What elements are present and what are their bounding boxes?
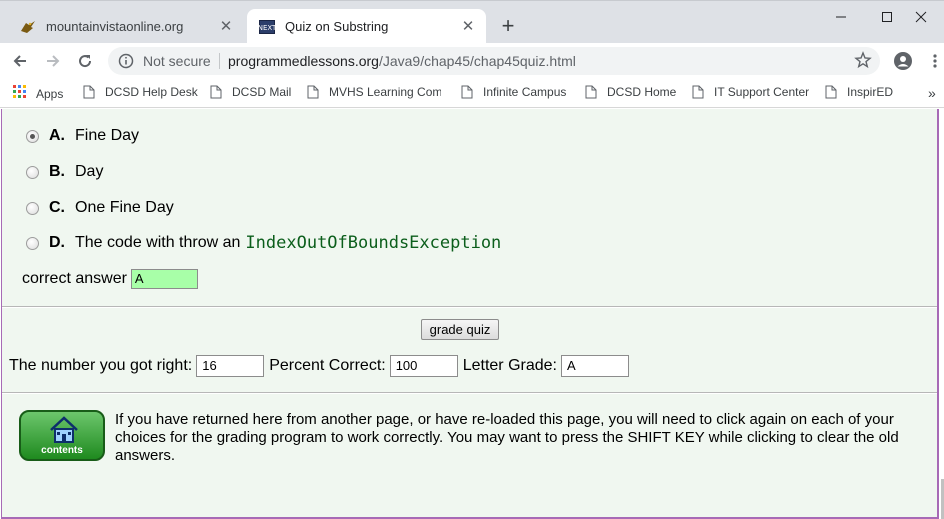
tab-title: Quiz on Substring [285, 19, 389, 34]
correct-answer-label: correct answer [22, 270, 127, 287]
apps-grid-icon [13, 85, 27, 102]
page-icon [692, 85, 704, 99]
correct-answer-row: correct answer A [22, 269, 198, 289]
bookmark-dcsd-mail[interactable]: DCSD Mail [210, 85, 291, 99]
option-letter: D. [49, 234, 65, 251]
radio-b[interactable] [26, 165, 39, 179]
option-a[interactable]: A. Fine Day [26, 126, 139, 146]
forward-icon[interactable] [40, 48, 66, 74]
bookmark-label: DCSD Mail [232, 85, 292, 99]
right-label: The number you got right: [9, 357, 193, 374]
right-count-field[interactable]: 16 [196, 355, 265, 377]
option-text: Day [75, 163, 104, 180]
bookmark-mvhs-learning[interactable]: MVHS Learning Com [307, 85, 441, 99]
url-path: /Java9/chap45/chap45quiz.html [378, 53, 576, 69]
bookmark-apps[interactable]: Apps [13, 85, 63, 102]
option-letter: A. [49, 127, 65, 144]
score-row: The number you got right: 16 Percent Cor… [9, 355, 634, 377]
bookmark-label: InspirED [847, 85, 894, 99]
tab-quiz-on-substring[interactable]: NEXT Quiz on Substring ✕ [247, 9, 486, 44]
page-content: A. Fine Day B. Day C. One Fine Day D. Th… [0, 109, 944, 519]
eagle-icon [20, 19, 36, 35]
tab-title: mountainvistaonline.org [46, 19, 184, 34]
option-code: IndexOutOfBoundsException [245, 233, 502, 253]
page-icon [585, 85, 597, 99]
house-icon [49, 415, 79, 448]
next-icon: NEXT [259, 19, 275, 35]
address-bar[interactable]: Not secure programmedlessons.org/Java9/c… [108, 47, 880, 75]
page-icon [210, 85, 222, 99]
bookmarks-overflow-icon[interactable]: » [928, 85, 936, 101]
contents-button[interactable]: contents [19, 410, 105, 461]
contents-label: contents [41, 445, 83, 456]
page-icon [83, 85, 95, 99]
url-host: programmedlessons.org [228, 53, 379, 69]
divider [2, 392, 937, 394]
bookmark-infinite-campus[interactable]: Infinite Campus [461, 85, 566, 99]
bookmark-dcsd-home[interactable]: DCSD Home [585, 85, 676, 99]
info-icon[interactable] [118, 53, 134, 69]
tab-mountainvista[interactable]: mountainvistaonline.org ✕ [8, 9, 244, 44]
toolbar: Not secure programmedlessons.org/Java9/c… [0, 43, 944, 79]
grade-label: Letter Grade: [462, 357, 557, 374]
bookmark-star-icon[interactable] [854, 51, 872, 69]
account-icon[interactable] [890, 48, 916, 74]
radio-d[interactable] [26, 236, 39, 250]
back-icon[interactable] [7, 48, 33, 74]
bookmarks-bar: Apps DCSD Help Desk DCSD Mail MVHS Learn… [0, 79, 944, 108]
tab-close-icon[interactable]: ✕ [218, 18, 234, 35]
option-letter: C. [49, 199, 65, 216]
close-icon[interactable] [898, 1, 944, 33]
option-text: One Fine Day [75, 199, 174, 216]
menu-icon[interactable] [922, 48, 944, 74]
bookmark-label: DCSD Home [607, 85, 677, 99]
tab-strip: mountainvistaonline.org ✕ NEXT Quiz on S… [0, 0, 944, 44]
bookmark-label: IT Support Center [714, 85, 810, 99]
tab-close-icon[interactable]: ✕ [460, 18, 476, 35]
reload-icon[interactable] [72, 48, 98, 74]
percent-label: Percent Correct: [269, 357, 386, 374]
option-b[interactable]: B. Day [26, 162, 103, 182]
grade-quiz-button[interactable]: grade quiz [421, 319, 499, 340]
page-icon [825, 85, 837, 99]
option-d[interactable]: D. The code with throw an IndexOutOfBoun… [26, 233, 501, 253]
bookmark-inspired[interactable]: InspirED [825, 85, 893, 99]
letter-grade-field[interactable]: A [560, 355, 629, 377]
minimize-icon[interactable] [818, 1, 864, 33]
correct-answer-field[interactable]: A [130, 269, 198, 289]
divider [219, 53, 220, 69]
bookmark-label: Infinite Campus [483, 85, 567, 99]
new-tab-button[interactable]: + [496, 15, 520, 39]
bookmark-label: MVHS Learning Com [329, 85, 441, 99]
page-icon [461, 85, 473, 99]
divider [2, 306, 937, 308]
option-letter: B. [49, 163, 65, 180]
url-text[interactable]: programmedlessons.org/Java9/chap45/chap4… [228, 53, 576, 69]
radio-c[interactable] [26, 201, 39, 215]
quiz-box: A. Fine Day B. Day C. One Fine Day D. Th… [1, 109, 939, 519]
page-icon [307, 85, 319, 99]
bookmark-dcsd-help-desk[interactable]: DCSD Help Desk [83, 85, 198, 99]
reload-note: If you have returned here from another p… [115, 411, 899, 464]
svg-text:NEXT: NEXT [259, 24, 275, 32]
radio-a[interactable] [26, 129, 39, 143]
bookmark-it-support-center[interactable]: IT Support Center [692, 85, 809, 99]
bookmark-label: DCSD Help Desk [105, 85, 198, 99]
security-label[interactable]: Not secure [143, 53, 211, 69]
option-text: The code with throw an [75, 234, 241, 251]
option-text: Fine Day [75, 127, 140, 144]
option-c[interactable]: C. One Fine Day [26, 198, 174, 218]
percent-field[interactable]: 100 [389, 355, 458, 377]
bookmark-label: Apps [36, 86, 64, 101]
